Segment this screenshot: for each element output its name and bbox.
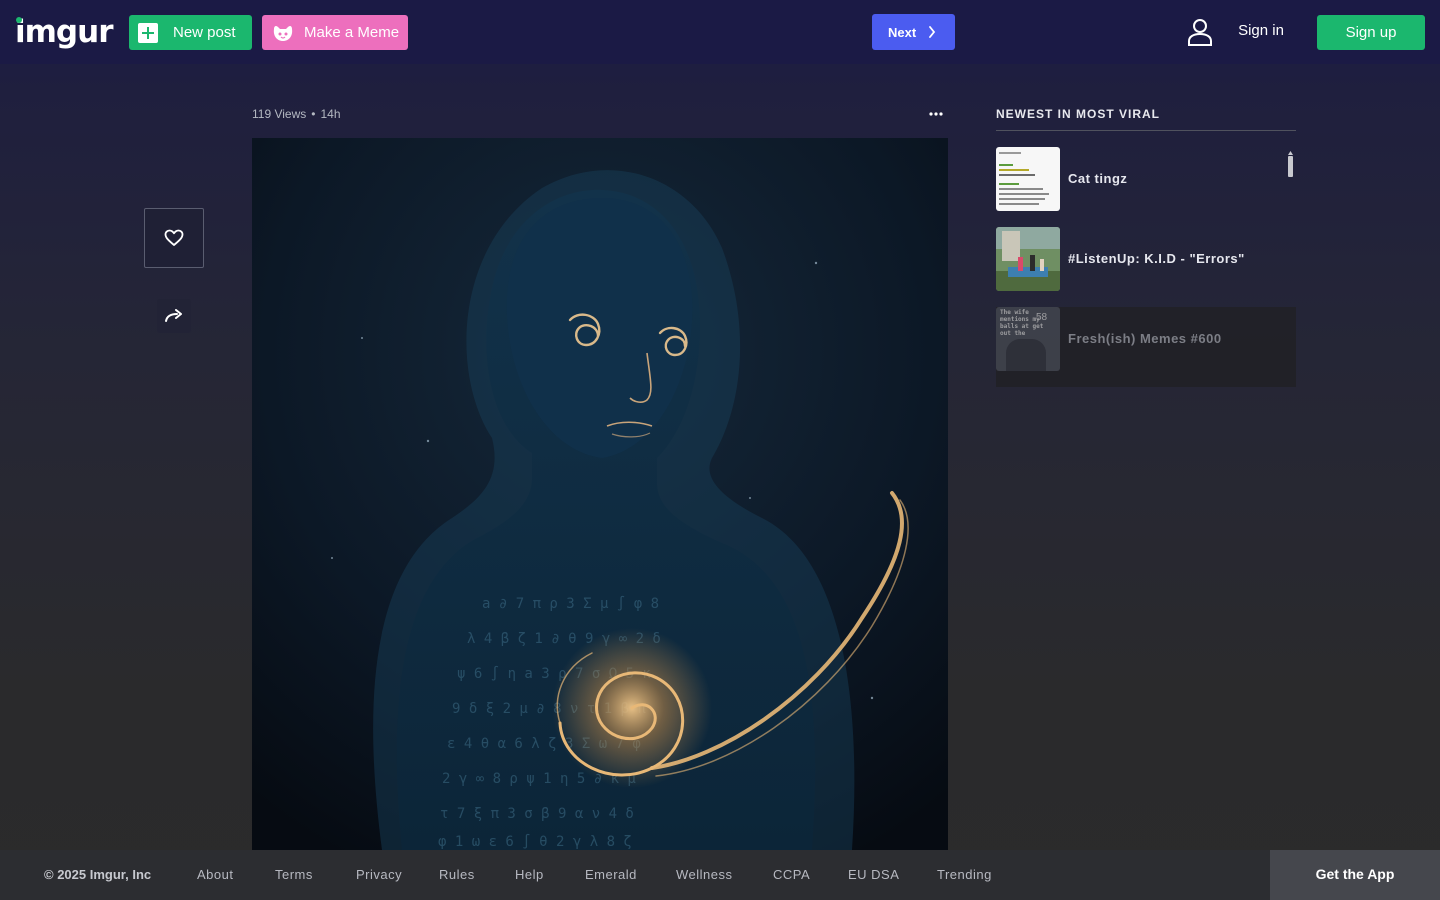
footer-link-ccpa[interactable]: CCPA bbox=[773, 867, 810, 882]
heart-icon bbox=[164, 229, 184, 246]
logo-dot bbox=[16, 17, 22, 23]
share-button[interactable] bbox=[157, 299, 191, 333]
svg-text:φ 1 ω ε 6 ∫ θ 2 γ λ 8 ζ: φ 1 ω ε 6 ∫ θ 2 γ λ 8 ζ bbox=[438, 833, 632, 850]
chevron-right-icon bbox=[929, 26, 936, 38]
footer-copyright: © 2025 Imgur, Inc bbox=[44, 867, 152, 882]
share-arrow-icon bbox=[165, 309, 182, 322]
sidebar-scrollbar-thumb[interactable] bbox=[1288, 156, 1293, 177]
svg-text:a ∂ 7 π ρ 3 Σ μ ∫ φ 8: a ∂ 7 π ρ 3 Σ μ ∫ φ 8 bbox=[482, 595, 659, 612]
new-post-label: New post bbox=[173, 24, 236, 41]
get-the-app-button[interactable]: Get the App bbox=[1270, 850, 1440, 900]
footer-link-about[interactable]: About bbox=[197, 867, 233, 882]
sidebar-divider bbox=[996, 130, 1296, 131]
svg-text:τ 7 ξ π 3 σ β 9 α ν 4 δ: τ 7 ξ π 3 σ β 9 α ν 4 δ bbox=[440, 806, 634, 822]
post-age: 14h bbox=[320, 107, 341, 121]
scroll-up-arrow-icon[interactable] bbox=[1288, 151, 1293, 155]
thumbnail-outdoor-scene bbox=[996, 227, 1060, 291]
sign-in-link[interactable]: Sign in bbox=[1232, 13, 1290, 49]
plus-icon bbox=[138, 22, 158, 43]
footer-link-wellness[interactable]: Wellness bbox=[676, 867, 733, 882]
sidebar-post-listenup-kid[interactable]: #ListenUp: K.I.D - "Errors" bbox=[996, 227, 1296, 307]
sidebar-post-fresh-memes[interactable]: The wife mentions my balls at get out th… bbox=[996, 307, 1296, 387]
footer-link-rules[interactable]: Rules bbox=[439, 867, 475, 882]
next-post-button[interactable]: Next bbox=[872, 14, 955, 50]
footer-link-help[interactable]: Help bbox=[515, 867, 544, 882]
post-thumbnail bbox=[996, 147, 1060, 211]
imgur-logo[interactable]: imgur bbox=[15, 14, 113, 50]
post-thumbnail bbox=[996, 227, 1060, 291]
thumbnail-tweet-screenshot bbox=[996, 147, 1060, 211]
like-button[interactable] bbox=[144, 208, 204, 268]
sidebar-item-title: Fresh(ish) Memes #600 bbox=[1068, 331, 1222, 346]
logo-text: imgur bbox=[15, 14, 113, 50]
sidebar-title: NEWEST IN MOST VIRAL bbox=[996, 107, 1160, 121]
footer-link-eu-dsa[interactable]: EU DSA bbox=[848, 867, 899, 882]
top-header: imgur New post Make a Meme Next Sign in … bbox=[0, 0, 1440, 64]
user-icon[interactable] bbox=[1187, 18, 1213, 46]
view-count: 119 Views bbox=[252, 107, 307, 121]
new-post-button[interactable]: New post bbox=[129, 15, 252, 50]
make-a-meme-button[interactable]: Make a Meme bbox=[262, 15, 408, 50]
sidebar-item-title: #ListenUp: K.I.D - "Errors" bbox=[1068, 251, 1245, 266]
thumbnail-figure bbox=[1006, 339, 1046, 371]
post-meta: 119 Views • 14h bbox=[252, 107, 341, 121]
artwork-figure-illustration: a ∂ 7 π ρ 3 Σ μ ∫ φ 8 λ 4 β ζ 1 ∂ θ 9 γ … bbox=[252, 138, 948, 850]
sidebar-post-cat-tingz[interactable]: Cat tingz bbox=[996, 147, 1296, 227]
post-thumbnail: The wife mentions my balls at get out th… bbox=[996, 307, 1060, 371]
footer-link-terms[interactable]: Terms bbox=[275, 867, 313, 882]
footer: © 2025 Imgur, Inc About Terms Privacy Ru… bbox=[0, 850, 1440, 900]
meme-face-icon bbox=[273, 25, 293, 41]
sidebar-item-title: Cat tingz bbox=[1068, 171, 1128, 186]
thumbnail-badge: 58 bbox=[1036, 312, 1048, 323]
post-image[interactable]: a ∂ 7 π ρ 3 Σ μ ∫ φ 8 λ 4 β ζ 1 ∂ θ 9 γ … bbox=[252, 138, 948, 850]
more-options-icon[interactable] bbox=[926, 106, 946, 122]
meta-separator: • bbox=[311, 107, 316, 121]
sign-up-button[interactable]: Sign up bbox=[1317, 15, 1425, 50]
make-a-meme-label: Make a Meme bbox=[304, 24, 400, 41]
footer-link-privacy[interactable]: Privacy bbox=[356, 867, 402, 882]
footer-link-emerald[interactable]: Emerald bbox=[585, 867, 637, 882]
next-label: Next bbox=[888, 24, 917, 40]
footer-link-trending[interactable]: Trending bbox=[937, 867, 992, 882]
